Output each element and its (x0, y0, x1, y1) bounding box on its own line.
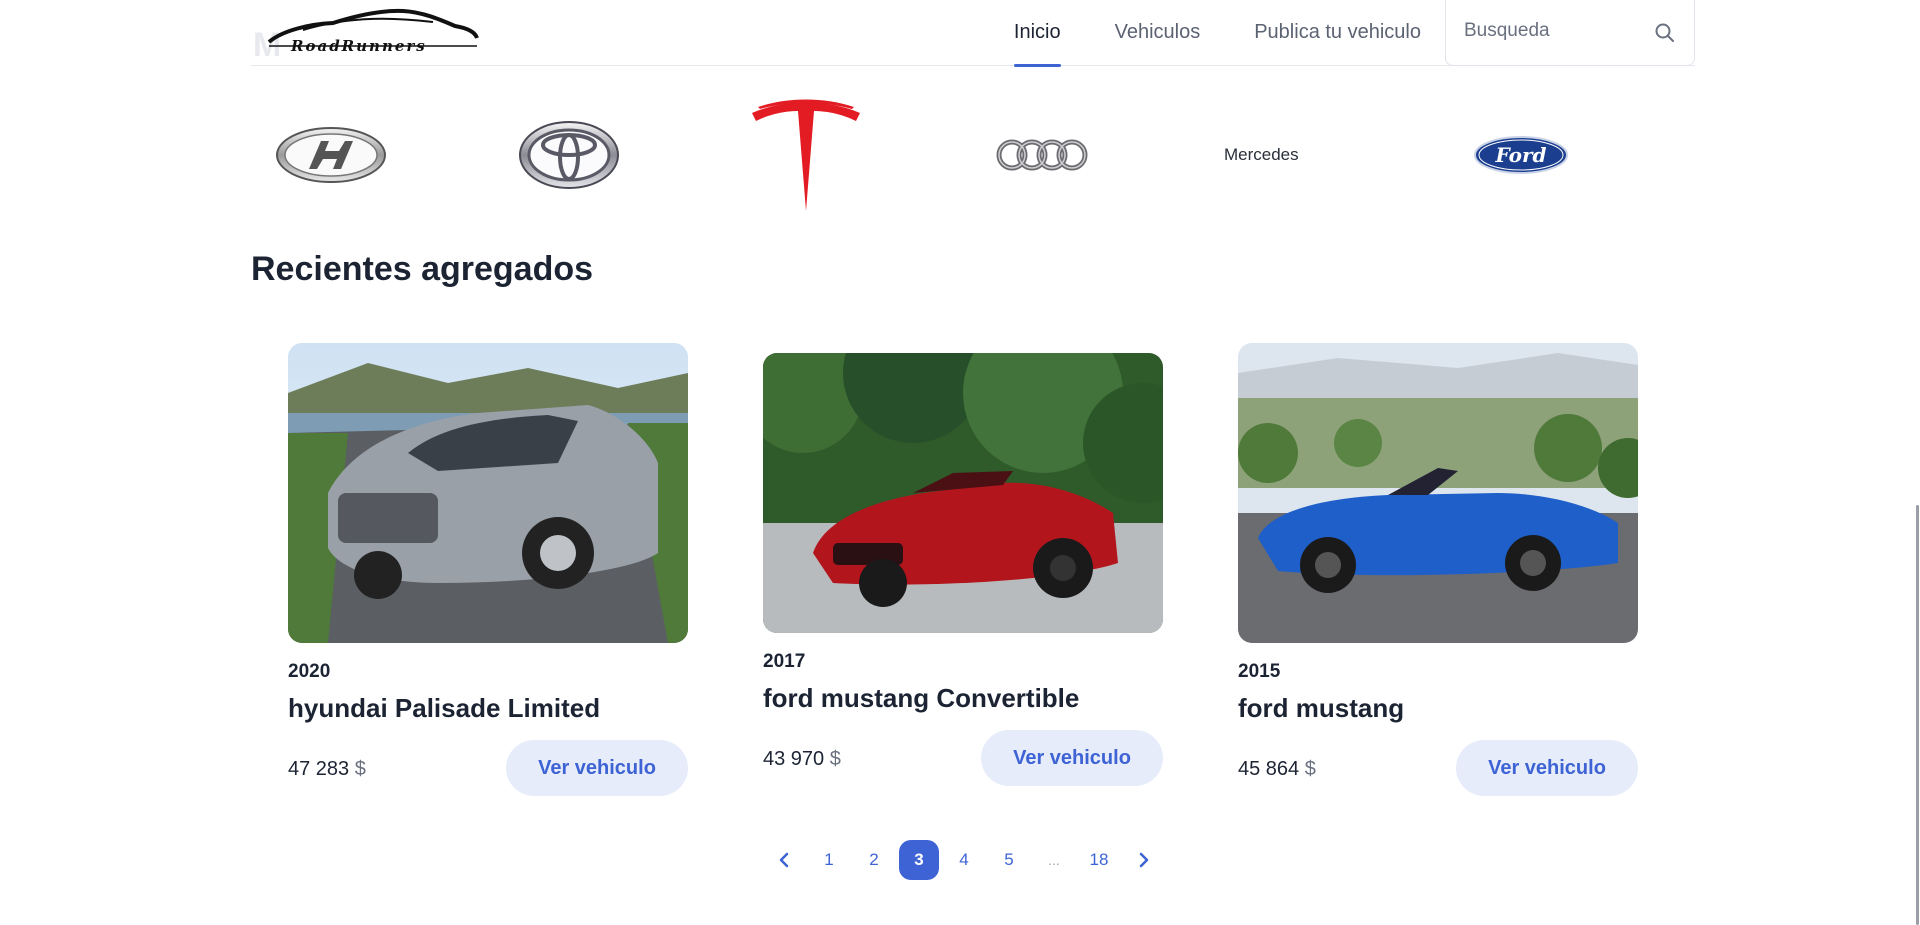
vehicle-photo-art (1238, 343, 1638, 643)
ford-logo-icon: Ford (1474, 136, 1568, 174)
tesla-brand-link[interactable] (747, 90, 865, 220)
vehicle-footer: 43 970 $ Ver vehiculo (763, 730, 1163, 786)
vehicle-year: 2017 (763, 651, 806, 672)
audi-logo-icon (996, 139, 1088, 171)
price-amount: 43 970 (763, 748, 825, 770)
toyota-brand-link[interactable] (517, 90, 621, 220)
hyundai-logo-icon (276, 127, 386, 183)
vehicle-footer: 45 864 $ Ver vehiculo (1238, 740, 1638, 796)
vehicle-card: 2020 hyundai Palisade Limited 47 283 $ V… (288, 343, 688, 796)
vehicle-title[interactable]: ford mustang Convertible (763, 683, 1163, 714)
mercedes-brand-link[interactable]: Mercedes (1224, 90, 1334, 220)
page-18-button[interactable]: 18 (1079, 840, 1119, 880)
vehicle-photo-art (763, 353, 1163, 633)
vehicle-price: 47 283 $ (288, 758, 366, 781)
pagination-ellipsis: ... (1048, 852, 1060, 868)
page-5-button[interactable]: 5 (989, 840, 1029, 880)
price-currency: $ (1304, 758, 1316, 780)
logo-wordmark: RoadRunners (291, 37, 427, 55)
view-vehicle-button[interactable]: Ver vehiculo (506, 740, 688, 796)
page-scrollbar[interactable] (1914, 0, 1920, 925)
next-page-button[interactable] (1124, 840, 1164, 880)
pagination: 1 2 3 4 5 ... 18 (764, 840, 1169, 880)
page-4-button[interactable]: 4 (944, 840, 984, 880)
vehicle-footer: 47 283 $ Ver vehiculo (288, 740, 688, 796)
view-vehicle-button[interactable]: Ver vehiculo (1456, 740, 1638, 796)
vehicle-photo[interactable] (1238, 343, 1638, 643)
search-icon[interactable] (1654, 22, 1676, 44)
brand-strip: Mercedes Ford (251, 90, 1695, 220)
price-amount: 45 864 (1238, 758, 1300, 780)
vehicle-year: 2020 (288, 661, 331, 682)
search-box (1445, 0, 1695, 66)
vehicle-photo[interactable] (288, 343, 688, 643)
section-title: Recientes agregados (251, 250, 594, 288)
chevron-right-icon (1139, 852, 1149, 868)
audi-brand-link[interactable] (995, 90, 1091, 220)
price-amount: 47 283 (288, 758, 350, 780)
page-1-button[interactable]: 1 (809, 840, 849, 880)
vehicle-photo[interactable] (763, 353, 1163, 633)
vehicle-price: 43 970 $ (763, 748, 841, 771)
price-currency: $ (829, 748, 841, 770)
vehicle-year: 2015 (1238, 661, 1281, 682)
vehicle-card: 2015 ford mustang 45 864 $ Ver vehiculo (1238, 343, 1638, 796)
nav-publica-vehiculo[interactable]: Publica tu vehiculo (1254, 0, 1421, 66)
price-currency: $ (354, 758, 366, 780)
vehicle-title[interactable]: ford mustang (1238, 693, 1638, 724)
vehicle-photo-art (288, 343, 688, 643)
ford-logo-text: Ford (1495, 143, 1547, 167)
roadrunners-logo[interactable]: M RoadRunners (251, 6, 481, 64)
mercedes-broken-image-alt: Mercedes (1224, 145, 1299, 164)
toyota-logo-icon (519, 121, 619, 189)
vehicle-price: 45 864 $ (1238, 758, 1316, 781)
page-3-button[interactable]: 3 (899, 840, 939, 880)
nav-vehiculos[interactable]: Vehiculos (1115, 0, 1201, 66)
page-2-button[interactable]: 2 (854, 840, 894, 880)
ford-brand-link[interactable]: Ford (1471, 90, 1571, 220)
nav-inicio[interactable]: Inicio (1013, 0, 1061, 67)
tesla-logo-icon (752, 99, 860, 211)
hyundai-brand-link[interactable] (273, 90, 389, 220)
view-vehicle-button[interactable]: Ver vehiculo (981, 730, 1163, 786)
scrollbar-thumb[interactable] (1916, 505, 1919, 925)
search-input[interactable] (1464, 20, 1654, 42)
main-nav: Inicio Vehiculos Publica tu vehiculo (960, 0, 1421, 67)
previous-page-button[interactable] (764, 840, 804, 880)
vehicle-card: 2017 ford mustang Convertible 43 970 $ V… (763, 353, 1163, 786)
chevron-left-icon (779, 852, 789, 868)
top-navbar: M RoadRunners Inicio Vehiculos Publica t… (251, 0, 1695, 67)
vehicle-title[interactable]: hyundai Palisade Limited (288, 693, 688, 724)
